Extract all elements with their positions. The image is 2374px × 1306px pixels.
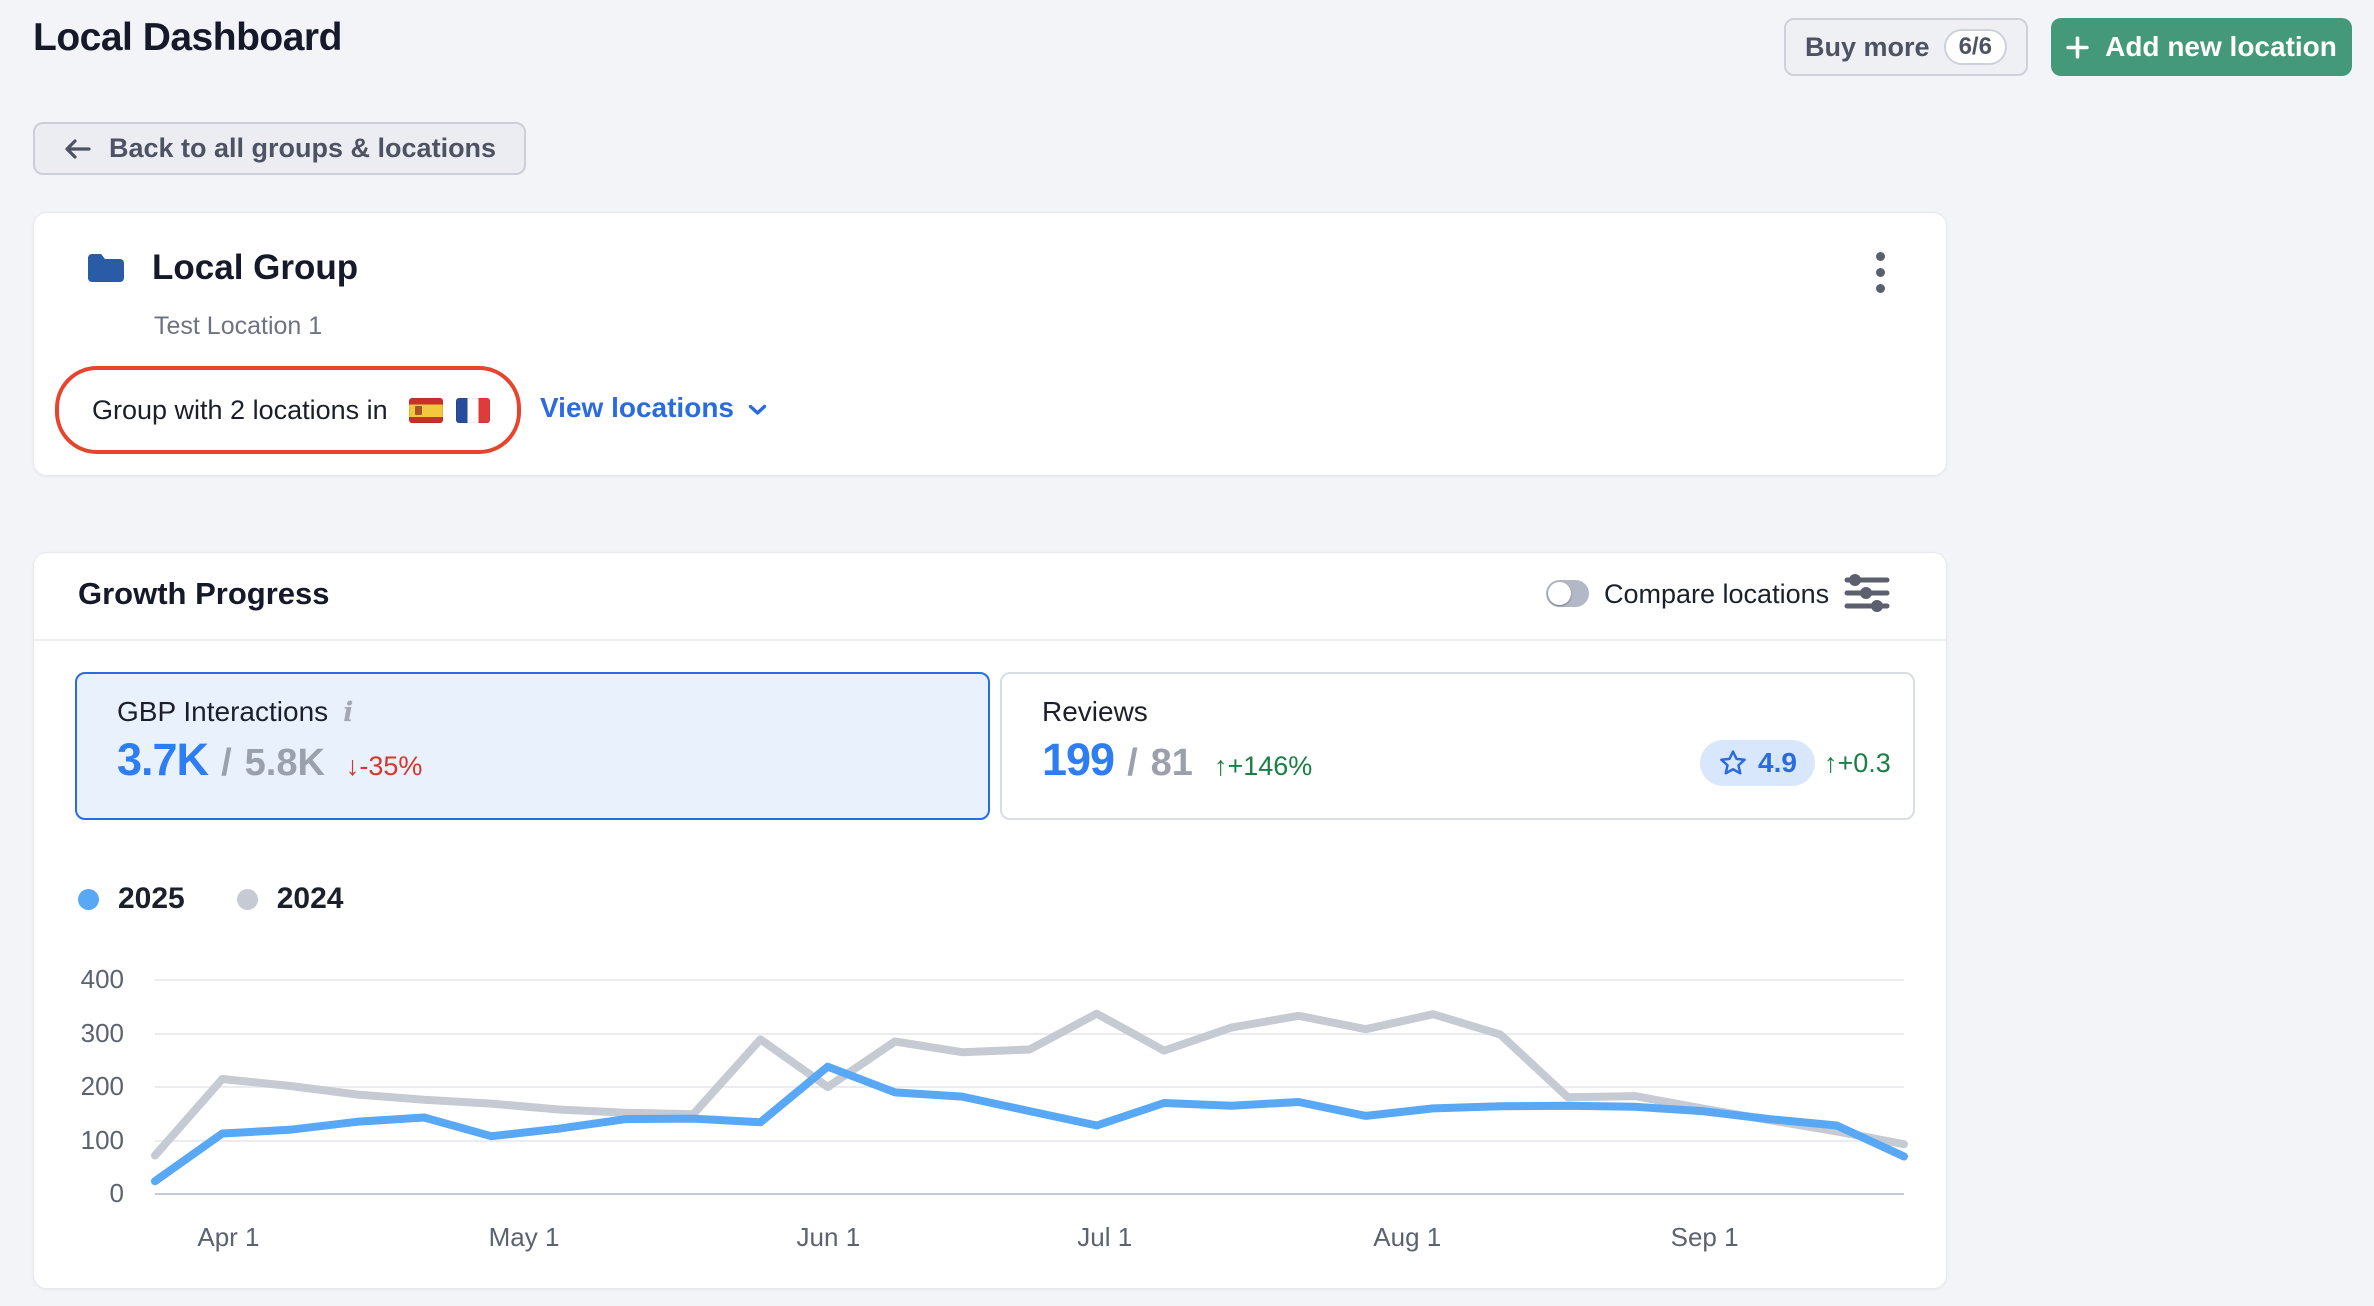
- legend-label-2025: 2025: [118, 882, 185, 916]
- back-button-label: Back to all groups & locations: [109, 133, 496, 164]
- annotation-highlight: Group with 2 locations in: [55, 366, 521, 454]
- rating-change: ↑+0.3: [1824, 748, 1891, 779]
- x-axis-label: Jun 1: [763, 1222, 893, 1253]
- reviews-change-badge: ↑+146%: [1214, 751, 1312, 782]
- x-axis-label: May 1: [459, 1222, 589, 1253]
- gbp-interactions-tile[interactable]: GBP Interactions i 3.7K / 5.8K ↓-35%: [75, 672, 990, 820]
- y-axis-label: 200: [38, 1071, 124, 1102]
- arrow-left-icon: [63, 137, 91, 161]
- legend-label-2024: 2024: [277, 882, 344, 916]
- info-icon[interactable]: i: [343, 697, 353, 728]
- spain-flag-icon: [409, 398, 443, 423]
- buy-more-label: Buy more: [1805, 32, 1930, 63]
- filters-button[interactable]: [1842, 572, 1892, 614]
- rating-value: 4.9: [1758, 747, 1797, 779]
- page-title: Local Dashboard: [33, 16, 342, 60]
- legend-dot-2024: [237, 889, 258, 910]
- view-locations-label: View locations: [540, 392, 734, 424]
- more-options-button[interactable]: [1856, 244, 1904, 300]
- value-separator: /: [221, 742, 232, 785]
- view-locations-link[interactable]: View locations: [540, 386, 767, 430]
- gbp-current-value: 3.7K: [117, 734, 208, 786]
- reviews-values: 199 / 81 ↑+146%: [1042, 734, 1312, 786]
- y-axis-label: 400: [38, 964, 124, 995]
- reviews-previous-value: 81: [1151, 742, 1193, 785]
- gbp-interactions-label: GBP Interactions: [117, 696, 328, 728]
- folder-icon: [86, 250, 126, 289]
- rating-badge: 4.9: [1700, 740, 1815, 786]
- legend-item-2024[interactable]: 2024: [237, 882, 344, 916]
- compare-locations-toggle[interactable]: [1546, 580, 1589, 607]
- toggle-knob: [1548, 582, 1571, 605]
- x-axis-label: Sep 1: [1640, 1222, 1770, 1253]
- x-axis-label: Aug 1: [1342, 1222, 1472, 1253]
- france-flag-icon: [456, 398, 490, 423]
- chart-canvas: [155, 980, 1904, 1194]
- line-series-2024: [155, 1014, 1904, 1156]
- gbp-change-badge: ↓-35%: [346, 751, 423, 782]
- legend-item-2025[interactable]: 2025: [78, 882, 185, 916]
- card-header-divider: [34, 639, 1946, 641]
- chart-legend: 2025 2024: [78, 882, 344, 916]
- group-subtitle: Test Location 1: [154, 312, 322, 341]
- y-axis-label: 100: [38, 1125, 124, 1156]
- y-axis-label: 300: [38, 1018, 124, 1049]
- reviews-label: Reviews: [1042, 696, 1148, 728]
- plus-icon: [2066, 36, 2089, 59]
- sliders-icon: [1844, 574, 1890, 612]
- gbp-values: 3.7K / 5.8K ↓-35%: [117, 734, 422, 786]
- add-new-location-label: Add new location: [2105, 31, 2337, 63]
- group-locations-text: Group with 2 locations in: [92, 395, 388, 426]
- back-button[interactable]: Back to all groups & locations: [33, 122, 526, 175]
- star-icon: [1718, 748, 1748, 778]
- line-series-2025: [155, 1067, 1904, 1182]
- x-axis-label: Apr 1: [163, 1222, 293, 1253]
- reviews-tile[interactable]: Reviews 199 / 81 ↑+146% 4.9 ↑+0.3: [1000, 672, 1915, 820]
- y-axis-label: 0: [38, 1178, 124, 1209]
- buy-more-quota-badge: 6/6: [1944, 29, 2007, 65]
- legend-dot-2025: [78, 889, 99, 910]
- growth-progress-title: Growth Progress: [78, 576, 330, 612]
- reviews-current-value: 199: [1042, 734, 1114, 786]
- chevron-down-icon: [748, 404, 767, 416]
- value-separator: /: [1127, 742, 1138, 785]
- group-title: Local Group: [152, 248, 358, 288]
- x-axis-label: Jul 1: [1040, 1222, 1170, 1253]
- compare-locations-label: Compare locations: [1604, 579, 1829, 610]
- add-new-location-button[interactable]: Add new location: [2051, 18, 2352, 76]
- buy-more-button[interactable]: Buy more 6/6: [1784, 18, 2028, 76]
- gbp-previous-value: 5.8K: [245, 742, 325, 785]
